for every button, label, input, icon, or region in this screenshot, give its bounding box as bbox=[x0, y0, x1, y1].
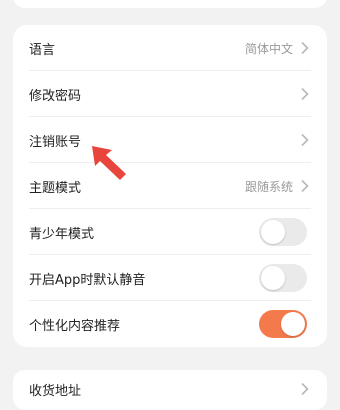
settings-row-language[interactable]: 语言 简体中文 bbox=[13, 25, 327, 71]
settings-row-mute-on-launch: 开启App时默认静音 bbox=[13, 255, 327, 301]
language-label: 语言 bbox=[29, 42, 56, 58]
next-section-label: 收货地址 bbox=[29, 384, 82, 399]
teen-mode-label: 青少年模式 bbox=[29, 226, 95, 242]
mute-on-launch-label: 开启App时默认静音 bbox=[29, 272, 146, 288]
mute-on-launch-toggle[interactable] bbox=[259, 264, 307, 292]
settings-row-delete-account[interactable]: 注销账号 bbox=[13, 117, 327, 163]
personalized-recommend-toggle[interactable] bbox=[259, 310, 307, 338]
previous-section-card bbox=[13, 0, 327, 8]
change-password-label: 修改密码 bbox=[29, 88, 82, 104]
theme-mode-label: 主题模式 bbox=[29, 180, 82, 196]
chevron-right-icon bbox=[301, 382, 309, 396]
toggle-knob bbox=[281, 312, 305, 336]
toggle-knob bbox=[261, 220, 285, 244]
settings-row-personalized-recommend: 个性化内容推荐 bbox=[13, 301, 327, 347]
language-value: 简体中文 bbox=[244, 41, 293, 56]
next-section-card[interactable]: 收货地址 bbox=[13, 370, 327, 410]
settings-row-teen-mode: 青少年模式 bbox=[13, 209, 327, 255]
chevron-right-icon bbox=[301, 133, 309, 147]
chevron-right-icon bbox=[301, 87, 309, 101]
toggle-knob bbox=[261, 266, 285, 290]
teen-mode-toggle[interactable] bbox=[259, 218, 307, 246]
personalized-recommend-label: 个性化内容推荐 bbox=[29, 318, 121, 334]
settings-row-change-password[interactable]: 修改密码 bbox=[13, 71, 327, 117]
theme-mode-value: 跟随系统 bbox=[244, 179, 293, 194]
annotation-arrow-icon bbox=[92, 146, 126, 180]
delete-account-label: 注销账号 bbox=[29, 134, 82, 150]
chevron-right-icon bbox=[301, 41, 309, 55]
settings-row-theme-mode[interactable]: 主题模式 跟随系统 bbox=[13, 163, 327, 209]
chevron-right-icon bbox=[301, 179, 309, 193]
settings-card: 语言 简体中文 修改密码 注销账号 主题模式 跟随系统 青少年模式 开启App时… bbox=[13, 25, 327, 347]
